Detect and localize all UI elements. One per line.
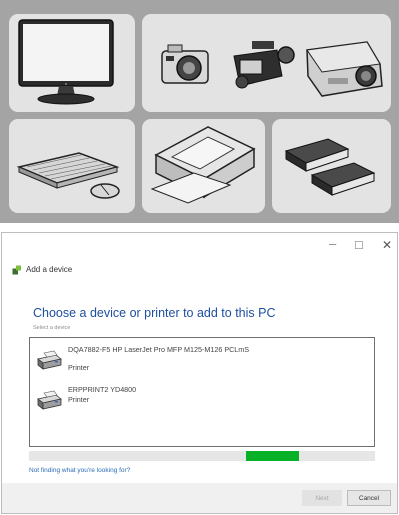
dialog-footer: Next Cancel <box>2 483 397 513</box>
device-illustration-banner <box>0 0 399 223</box>
progress-fill <box>246 451 299 461</box>
monitor-panel <box>9 14 135 112</box>
maximize-button[interactable]: ☐ <box>354 239 364 253</box>
search-progress-bar <box>29 451 375 461</box>
help-link[interactable]: Not finding what you're looking for? <box>29 467 130 474</box>
monitor-illustration <box>18 19 114 105</box>
external-drive-illustration <box>284 138 376 196</box>
list-item-device-2[interactable]: ERPPRINT2 YD4800 Printer <box>36 385 336 422</box>
close-button[interactable]: ✕ <box>382 238 392 252</box>
keyboard-panel <box>9 119 135 213</box>
device-type: Printer <box>68 395 90 404</box>
page-subtitle: Select a device <box>33 325 71 331</box>
printer-illustration <box>150 126 256 204</box>
device-type: Printer <box>68 363 90 372</box>
printer-icon <box>37 390 62 410</box>
title-bar: – ☐ ✕ Add a device <box>2 233 397 283</box>
device-list: DQA7882-F5 HP LaserJet Pro MFP M125-M126… <box>29 337 375 447</box>
camera-camcorder-projector-illustration <box>161 41 383 97</box>
next-button[interactable]: Next <box>302 490 342 506</box>
cancel-button[interactable]: Cancel <box>347 490 391 506</box>
printer-icon <box>37 350 62 370</box>
device-name: ERPPRINT2 YD4800 <box>68 385 137 394</box>
list-item-device-1[interactable]: DQA7882-F5 HP LaserJet Pro MFP M125-M126… <box>36 345 336 382</box>
printer-panel <box>142 119 265 213</box>
add-device-dialog: – ☐ ✕ Add a device Choose a device or pr… <box>1 232 398 514</box>
camera-panel <box>142 14 391 112</box>
minimize-button[interactable]: – <box>329 237 336 251</box>
add-device-icon <box>12 265 21 275</box>
keyboard-mouse-illustration <box>16 152 120 199</box>
page-title: Choose a device or printer to add to thi… <box>33 306 276 320</box>
drive-panel <box>272 119 391 213</box>
window-title: Add a device <box>26 265 73 274</box>
device-name: DQA7882-F5 HP LaserJet Pro MFP M125-M126… <box>68 345 250 354</box>
